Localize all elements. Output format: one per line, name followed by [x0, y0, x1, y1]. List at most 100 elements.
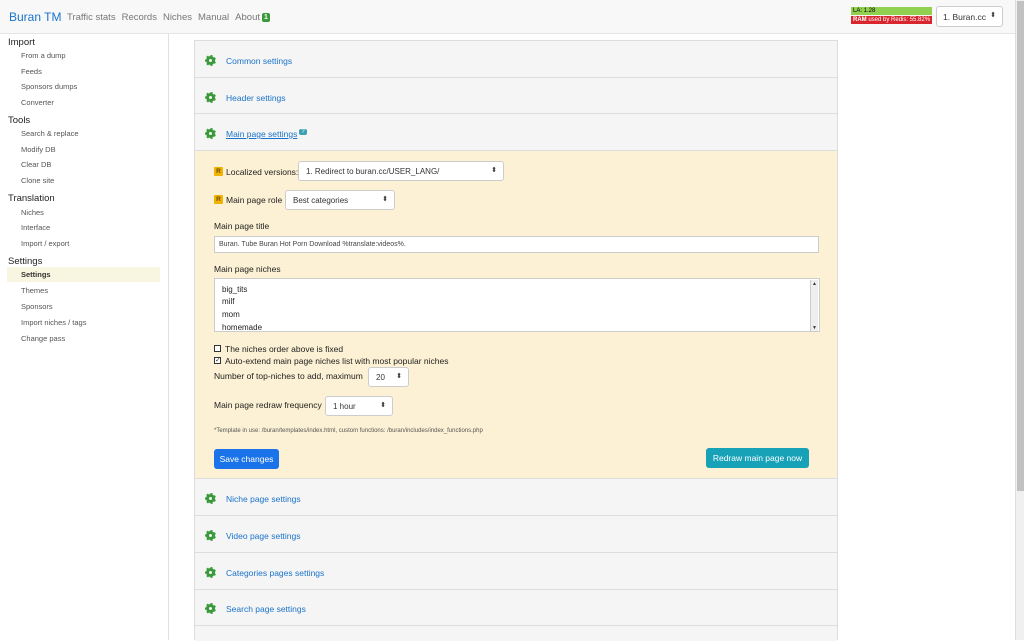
page-scrollbar[interactable] [1015, 0, 1024, 640]
auto-extend-label: Auto-extend main page niches list with m… [225, 356, 449, 366]
sidebar-section-settings: Settings [8, 256, 43, 267]
gear-icon [205, 603, 216, 614]
nav-traffic-stats[interactable]: Traffic stats [67, 12, 116, 23]
site-select[interactable]: 1. Buran.cc ⬍ [936, 6, 1003, 27]
chevron-updown-icon: ⬍ [396, 373, 402, 380]
main-page-niches-textarea[interactable]: big_tits milf mom homemade ▲ ▼ [214, 278, 820, 332]
top-niches-select[interactable]: 20 ⬍ [368, 367, 409, 387]
localized-versions-select[interactable]: 1. Redirect to buran.cc/USER_LANG/ ⬍ [298, 161, 504, 181]
server-stats: LA: 1.28 RAM used by Redis: 55.82% [851, 7, 932, 24]
main-page-role-select[interactable]: Best categories ⬍ [285, 190, 395, 210]
gear-icon [205, 530, 216, 541]
accordion-video-page-settings[interactable]: Video page settings [195, 516, 837, 553]
ram-text: used by Redis: 55.82% [868, 17, 931, 23]
ram-bar: RAM used by Redis: 55.82% [851, 16, 932, 24]
sidebar-item-niches[interactable]: Niches [7, 205, 160, 220]
restart-badge: R [214, 167, 223, 176]
sidebar-item-import-niches-tags[interactable]: Import niches / tags [7, 315, 160, 330]
gear-icon [205, 128, 216, 139]
accordion-title[interactable]: Video page settings [226, 531, 301, 541]
chevron-updown-icon: ⬍ [380, 402, 386, 409]
niches-order-fixed-checkbox[interactable] [214, 345, 221, 352]
sidebar-item-search-replace[interactable]: Search & replace [7, 126, 160, 141]
accordion-title[interactable]: Categories pages settings [226, 568, 324, 578]
chevron-updown-icon: ⬍ [491, 167, 497, 174]
site-select-value: 1. Buran.cc [943, 12, 986, 22]
nav-about[interactable]: About 1 [235, 12, 270, 23]
niche-line: big_tits [222, 285, 248, 294]
sidebar-item-converter[interactable]: Converter [7, 95, 160, 110]
template-note: *Template in use: /buran/templates/index… [214, 428, 483, 434]
nav-niches[interactable]: Niches [163, 12, 192, 23]
main-page-niches-label: Main page niches [214, 264, 281, 274]
redraw-frequency-label: Main page redraw frequency [214, 400, 322, 410]
sidebar-item-sponsors[interactable]: Sponsors [7, 299, 160, 314]
top-navbar: Buran TM Traffic stats Records Niches Ma… [0, 0, 1015, 34]
sidebar-item-import-export[interactable]: Import / export [7, 236, 160, 251]
sidebar-item-themes[interactable]: Themes [7, 283, 160, 298]
ram-label: RAM [853, 17, 867, 23]
nav-records[interactable]: Records [122, 12, 157, 23]
sidebar-item-feeds[interactable]: Feeds [7, 64, 160, 79]
sidebar-section-import: Import [8, 37, 35, 48]
main-page-role-label: Main page role [226, 195, 283, 205]
settings-panel: Common settings Header settings Main pag… [194, 40, 838, 641]
redraw-main-page-button[interactable]: Redraw main page now [706, 448, 809, 468]
top-niches-value: 20 [376, 373, 385, 382]
gear-icon [205, 567, 216, 578]
top-niches-label: Number of top-niches to add, maximum [214, 371, 363, 381]
sidebar-item-change-pass[interactable]: Change pass [7, 331, 160, 346]
accordion-header-settings[interactable]: Header settings [195, 78, 837, 114]
accordion-title[interactable]: Header settings [226, 93, 286, 103]
nav-links: Traffic stats Records Niches Manual Abou… [67, 12, 270, 23]
sidebar-item-clone-site[interactable]: Clone site [7, 173, 160, 188]
accordion-search-page-settings[interactable]: Search page settings [195, 590, 837, 626]
sidebar-item-clear-db[interactable]: Clear DB [7, 157, 160, 172]
sidebar: Import From a dump Feeds Sponsors dumps … [0, 34, 169, 640]
niches-order-fixed-label: The niches order above is fixed [225, 344, 344, 354]
auto-extend-checkbox[interactable]: ✓ [214, 357, 221, 364]
niche-line: homemade [222, 323, 263, 332]
main-page-title-input[interactable]: Buran. Tube Buran Hot Porn Download %tra… [214, 236, 819, 253]
localized-versions-value: 1. Redirect to buran.cc/USER_LANG/ [306, 167, 440, 176]
redraw-frequency-value: 1 hour [333, 402, 356, 411]
save-changes-button[interactable]: Save changes [214, 449, 279, 469]
textarea-scrollbar[interactable]: ▲ ▼ [810, 280, 818, 331]
niche-line: mom [222, 310, 240, 319]
nav-manual[interactable]: Manual [198, 12, 229, 23]
accordion-categories-pages-settings[interactable]: Categories pages settings [195, 553, 837, 590]
brand-link[interactable]: Buran TM [9, 10, 61, 24]
scroll-up-icon[interactable]: ▲ [811, 280, 818, 288]
main-page-role-value: Best categories [293, 196, 349, 205]
restart-badge: R [214, 195, 223, 204]
nav-about-label: About [235, 12, 260, 23]
accordion-title[interactable]: Main page settings? [226, 129, 307, 139]
main-page-title-label: Main page title [214, 221, 270, 231]
sidebar-item-from-a-dump[interactable]: From a dump [7, 48, 160, 63]
gear-icon [205, 55, 216, 66]
accordion-title-label: Main page settings [226, 129, 298, 139]
accordion-title[interactable]: Search page settings [226, 604, 306, 614]
scroll-down-icon[interactable]: ▼ [811, 324, 818, 331]
accordion-title[interactable]: Common settings [226, 56, 292, 66]
sidebar-item-sponsors-dumps[interactable]: Sponsors dumps [7, 79, 160, 94]
sidebar-item-modify-db[interactable]: Modify DB [7, 142, 160, 157]
sidebar-section-translation: Translation [8, 193, 55, 204]
about-badge: 1 [262, 13, 270, 22]
sidebar-item-settings[interactable]: Settings [7, 267, 160, 282]
accordion-title[interactable]: Niche page settings [226, 494, 301, 504]
accordion-next-section[interactable] [195, 626, 837, 641]
chevron-updown-icon: ⬍ [990, 12, 996, 19]
accordion-common-settings[interactable]: Common settings [195, 41, 837, 78]
accordion-niche-page-settings[interactable]: Niche page settings [195, 479, 837, 516]
redraw-frequency-select[interactable]: 1 hour ⬍ [325, 396, 393, 416]
load-average-bar: LA: 1.28 [851, 7, 932, 15]
page-scrollbar-thumb[interactable] [1017, 1, 1024, 491]
gear-icon [205, 493, 216, 504]
gear-icon [205, 92, 216, 103]
accordion-main-page-settings[interactable]: Main page settings? [195, 114, 837, 151]
sidebar-item-interface[interactable]: Interface [7, 220, 160, 235]
help-badge[interactable]: ? [299, 129, 307, 135]
localized-versions-label: Localized versions: [226, 167, 299, 177]
sidebar-section-tools: Tools [8, 115, 31, 126]
